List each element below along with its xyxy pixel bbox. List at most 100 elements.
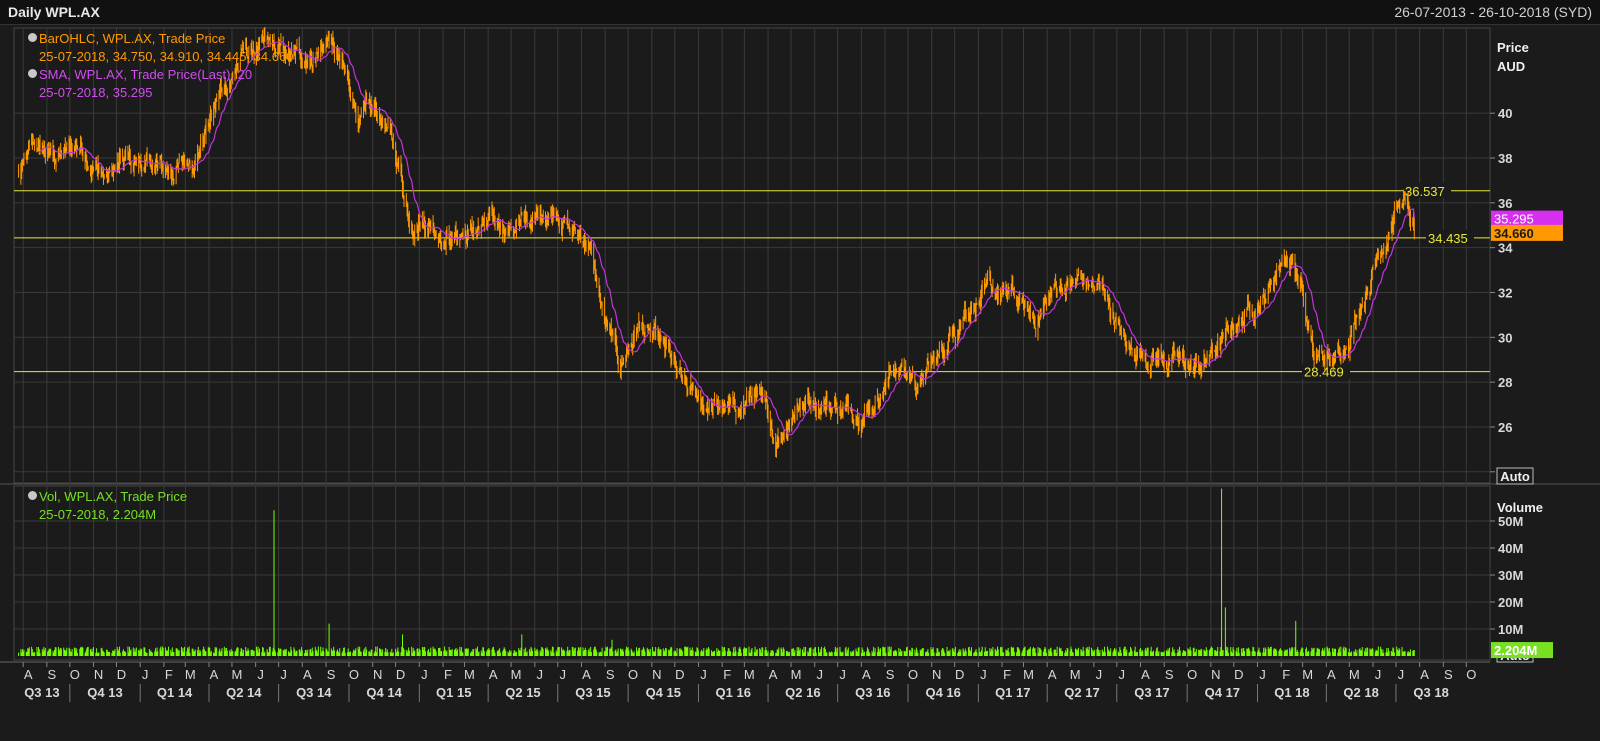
quarter-label: Q3 16 [855, 685, 890, 700]
month-label: F [1282, 667, 1290, 682]
volume-tick-label: 40M [1498, 541, 1523, 556]
month-label: M [1023, 667, 1034, 682]
price-tick-label: 40 [1498, 106, 1512, 121]
quarter-label: Q3 17 [1134, 685, 1169, 700]
month-label: D [955, 667, 964, 682]
volume-tick-label: 10M [1498, 622, 1523, 637]
month-label: O [908, 667, 918, 682]
month-label: A [303, 667, 312, 682]
month-label: O [70, 667, 80, 682]
month-label: A [1420, 667, 1429, 682]
month-label: J [421, 667, 428, 682]
sma-legend-title: SMA, WPL.AX, Trade Price(Last), 20 [39, 67, 253, 82]
quarter-label: Q2 14 [226, 685, 262, 700]
month-label: M [791, 667, 802, 682]
level-label: 36.537 [1405, 184, 1445, 199]
month-label: S [48, 667, 57, 682]
month-label: N [932, 667, 941, 682]
sma-last-value: 35.295 [1494, 212, 1534, 227]
month-label: J [1259, 667, 1266, 682]
month-label: S [1165, 667, 1174, 682]
chart-canvas[interactable]: 36.53734.43528.469 ASONDJFMAMJJASONDJFMA… [0, 0, 1600, 741]
month-label: N [373, 667, 382, 682]
month-label: A [489, 667, 498, 682]
sma-legend[interactable]: SMA, WPL.AX, Trade Price(Last), 20 25-07… [28, 66, 252, 102]
volume-legend-values: 25-07-2018, 2.204M [39, 507, 157, 522]
volume-axis-title: Volume [1497, 500, 1543, 515]
month-label: A [1141, 667, 1150, 682]
month-label: J [980, 667, 987, 682]
sma-legend-values: 25-07-2018, 35.295 [39, 85, 153, 100]
month-label: M [1070, 667, 1081, 682]
price-axis-title: Price [1497, 40, 1529, 55]
month-label: J [280, 667, 287, 682]
volume-last-value: 2.204M [1494, 643, 1537, 658]
price-tick-label: 36 [1498, 196, 1512, 211]
price-last-value: 34.660 [1494, 226, 1534, 241]
quarter-label: Q3 15 [575, 685, 610, 700]
quarter-label: Q4 16 [925, 685, 960, 700]
price-tick-label: 32 [1498, 285, 1512, 300]
month-label: J [1398, 667, 1405, 682]
quarter-label: Q3 13 [24, 685, 59, 700]
quarter-label: Q1 18 [1274, 685, 1309, 700]
month-label: F [723, 667, 731, 682]
month-label: J [816, 667, 823, 682]
grid-lines [0, 27, 1600, 661]
month-label: M [185, 667, 196, 682]
month-label: A [862, 667, 871, 682]
quarter-label: Q2 16 [785, 685, 820, 700]
month-label: M [511, 667, 522, 682]
volume-panel-frame [13, 485, 1491, 661]
month-label: J [1375, 667, 1382, 682]
month-label: M [464, 667, 475, 682]
month-label: F [1003, 667, 1011, 682]
month-label: A [1327, 667, 1336, 682]
month-label: J [142, 667, 149, 682]
month-label: J [559, 667, 566, 682]
price-auto-label[interactable]: Auto [1500, 469, 1530, 484]
month-label: J [839, 667, 846, 682]
quarter-label: Q2 17 [1064, 685, 1099, 700]
month-label: A [769, 667, 778, 682]
month-label: J [1096, 667, 1103, 682]
volume-bars [18, 488, 1415, 656]
month-label: M [744, 667, 755, 682]
volume-legend-title: Vol, WPL.AX, Trade Price [39, 489, 188, 504]
month-label: D [396, 667, 405, 682]
month-label: F [165, 667, 173, 682]
quarter-label: Q4 14 [366, 685, 402, 700]
ohlc-legend[interactable]: BarOHLC, WPL.AX, Trade Price 25-07-2018,… [28, 30, 293, 66]
quarter-label: Q4 13 [87, 685, 122, 700]
price-tick-label: 28 [1498, 375, 1512, 390]
legend-toggle-icon[interactable] [28, 491, 37, 500]
quarter-label: Q1 17 [995, 685, 1030, 700]
volume-tick-label: 50M [1498, 514, 1523, 529]
month-label: O [1466, 667, 1476, 682]
price-tick-label: 26 [1498, 420, 1512, 435]
month-label: D [1234, 667, 1243, 682]
month-label: J [537, 667, 544, 682]
legend-toggle-icon[interactable] [28, 33, 37, 42]
quarter-label: Q3 14 [296, 685, 332, 700]
legend-toggle-icon[interactable] [28, 69, 37, 78]
month-label: S [1444, 667, 1453, 682]
quarter-label: Q3 18 [1413, 685, 1448, 700]
month-label: D [117, 667, 126, 682]
month-label: A [24, 667, 33, 682]
month-label: S [606, 667, 615, 682]
month-label: N [94, 667, 103, 682]
month-label: D [675, 667, 684, 682]
month-label: S [886, 667, 895, 682]
volume-legend[interactable]: Vol, WPL.AX, Trade Price 25-07-2018, 2.2… [28, 488, 187, 524]
month-label: O [349, 667, 359, 682]
month-label: O [628, 667, 638, 682]
ohlc-legend-title: BarOHLC, WPL.AX, Trade Price [39, 31, 226, 46]
price-axis-unit: AUD [1497, 59, 1525, 74]
month-label: S [327, 667, 336, 682]
month-label: A [210, 667, 219, 682]
month-label: J [700, 667, 707, 682]
volume-tick-label: 20M [1498, 595, 1523, 610]
month-label: N [652, 667, 661, 682]
month-label: A [1048, 667, 1057, 682]
